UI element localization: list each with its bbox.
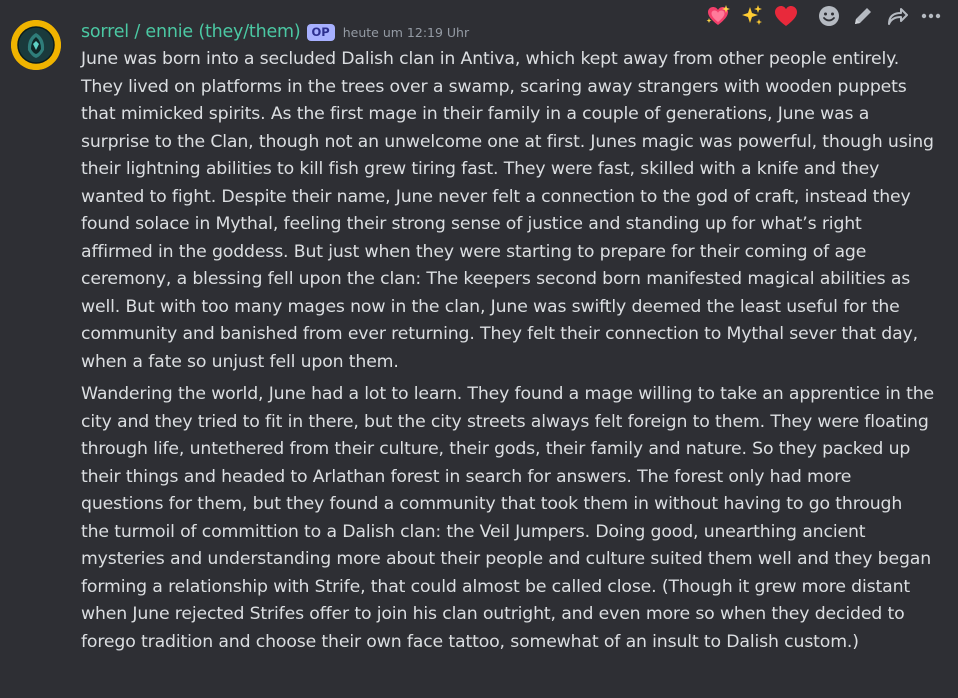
message-content: June was born into a secluded Dalish cla… xyxy=(81,46,934,656)
message-paragraph: Wandering the world, June had a lot to l… xyxy=(81,384,934,652)
sparkles-icon[interactable] xyxy=(737,1,767,31)
red-heart-icon[interactable] xyxy=(771,1,801,31)
more-options-icon[interactable] xyxy=(916,1,946,31)
message-timestamp[interactable]: heute um 12:19 Uhr xyxy=(343,25,469,40)
forward-arrow-icon[interactable] xyxy=(882,1,912,31)
message-toolbar xyxy=(699,0,950,32)
user-avatar[interactable] xyxy=(11,20,61,70)
sparkling-heart-icon[interactable] xyxy=(703,1,733,31)
toolbar-separator xyxy=(807,6,808,26)
username[interactable]: sorrel / ennie (they/them) xyxy=(81,22,301,42)
edit-pencil-icon[interactable] xyxy=(848,1,878,31)
add-reaction-icon[interactable] xyxy=(814,1,844,31)
chat-message: sorrel / ennie (they/them) OP heute um 1… xyxy=(0,0,958,698)
avatar-image xyxy=(11,20,61,70)
message-paragraph: June was born into a secluded Dalish cla… xyxy=(81,49,934,372)
op-badge: OP xyxy=(306,23,335,41)
